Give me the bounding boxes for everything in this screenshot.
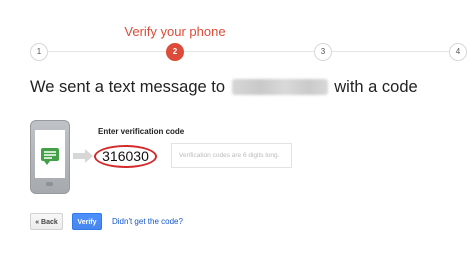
verification-code-input[interactable]: 316030 <box>94 145 157 168</box>
arrow-right-icon <box>73 153 85 159</box>
redacted-phone-number <box>231 79 328 95</box>
step-4: 4 <box>449 43 467 61</box>
arrow-right-icon-head <box>85 149 93 163</box>
step-title: Verify your phone <box>124 24 226 39</box>
step-2-current: 2 <box>166 43 184 61</box>
step-1: 1 <box>30 43 48 61</box>
headline-suffix: with a code <box>334 78 418 96</box>
message-bubble-icon <box>41 148 59 161</box>
phone-home-button <box>46 182 53 186</box>
message-bubble-tail <box>44 161 50 165</box>
verify-button[interactable]: Verify <box>72 213 102 230</box>
headline-prefix: We sent a text message to <box>30 78 226 96</box>
phone-icon <box>30 120 70 194</box>
back-button[interactable]: « Back <box>30 213 63 230</box>
progress-track <box>46 51 168 52</box>
resend-code-link[interactable]: Didn't get the code? <box>112 217 183 226</box>
phone-screen <box>35 130 65 178</box>
progress-track <box>331 51 449 52</box>
step-3: 3 <box>314 43 332 61</box>
verification-hint-field[interactable]: Verification codes are 6 digits long. <box>171 143 292 168</box>
verification-code-label: Enter verification code <box>98 127 185 136</box>
page-headline: We sent a text message to with a code <box>30 78 418 97</box>
progress-track <box>184 51 316 52</box>
